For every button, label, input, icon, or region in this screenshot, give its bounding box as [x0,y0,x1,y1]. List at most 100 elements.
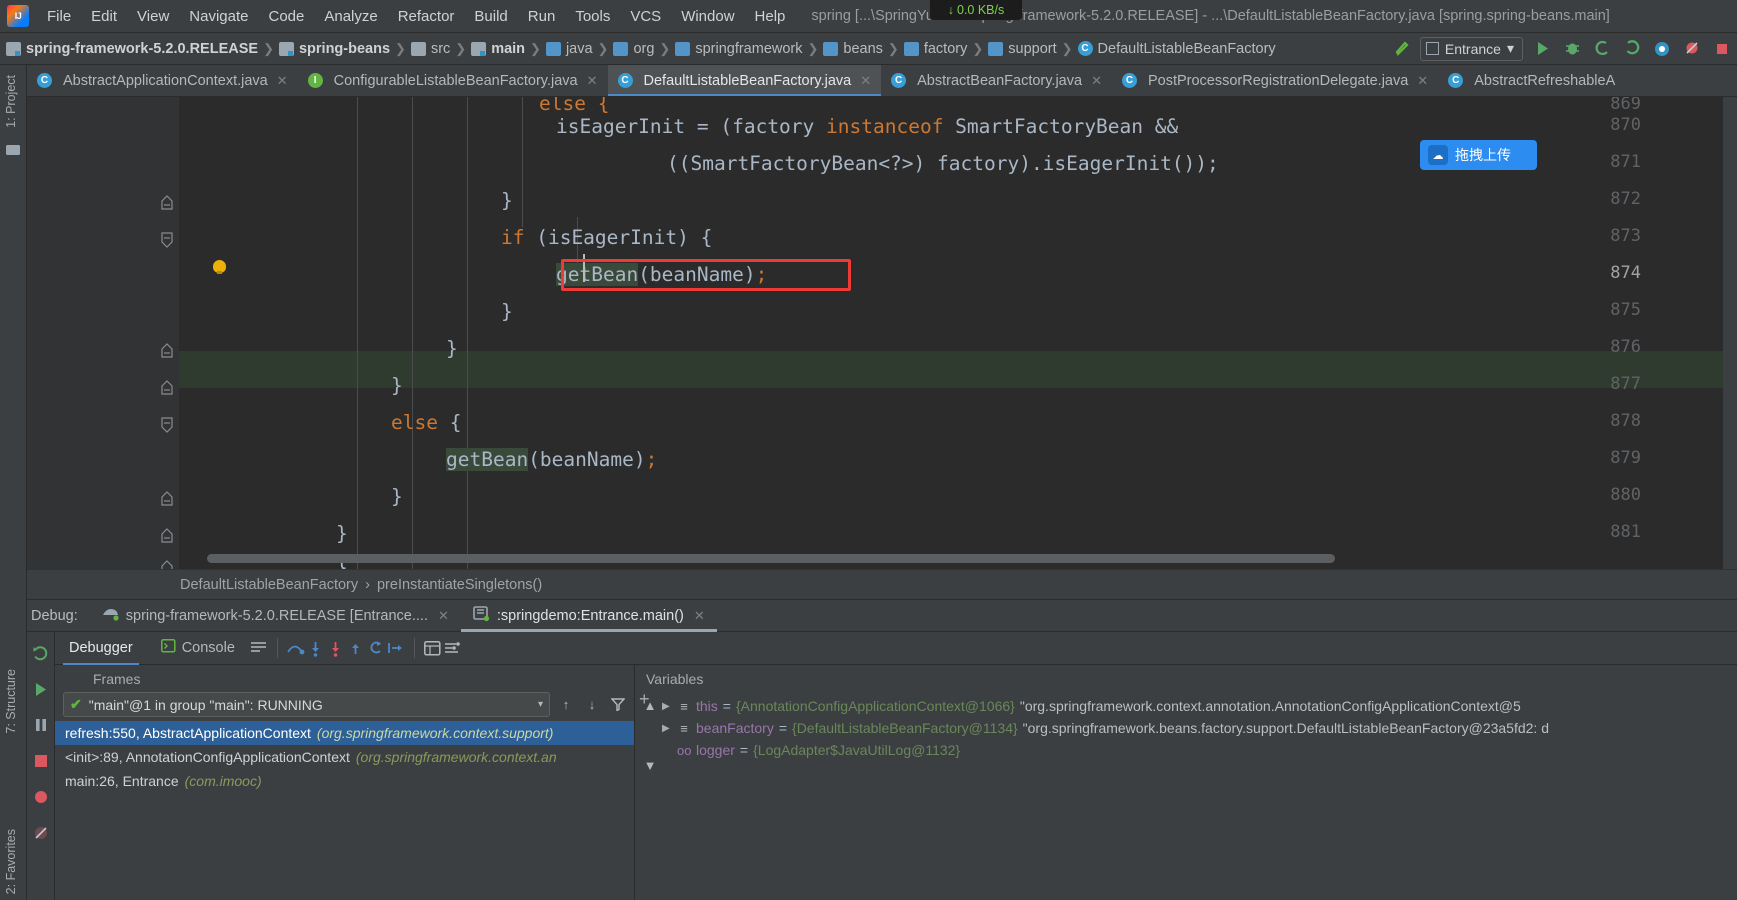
menu-item-build[interactable]: Build [464,5,517,28]
frame-row-main[interactable]: main:26, Entrance (com.imooc) [55,769,634,793]
thread-label: "main"@1 in group "main": RUNNING [88,696,323,713]
tab-defaultlistablebeanfactory[interactable]: C DefaultListableBeanFactory.java ✕ [607,65,882,96]
sidebar-item-project[interactable]: 1: Project [4,71,18,132]
upload-widget-button[interactable]: ☁ 拖拽上传 [1420,140,1537,170]
tab-postprocessorregistrationdelegate[interactable]: C PostProcessorRegistrationDelegate.java… [1112,65,1438,96]
variable-name: logger [696,742,735,758]
fold-marker-icon[interactable] [159,379,175,395]
layout-icon[interactable] [249,638,269,658]
breadcrumb-method-name[interactable]: preInstantiateSingletons() [377,577,542,593]
stop-icon[interactable] [1711,38,1733,60]
run-configuration-selector[interactable]: Entrance ▾ [1419,36,1523,61]
sidebar-item-favorites[interactable]: 2: Favorites [4,825,18,898]
close-icon[interactable]: ✕ [860,73,871,89]
close-icon[interactable]: ✕ [438,608,449,624]
close-icon[interactable]: ✕ [587,73,598,89]
debug-session-spring-framework[interactable]: spring-framework-5.2.0.RELEASE [Entrance… [90,600,461,632]
arrow-down-icon[interactable]: ↓ [582,695,602,715]
breadcrumb-class-name[interactable]: DefaultListableBeanFactory [180,577,358,593]
editor-scroll-markers[interactable] [1723,97,1737,569]
resume-icon[interactable] [30,678,52,700]
profiler-icon[interactable] [1651,38,1673,60]
mute-breakpoints-icon[interactable] [30,822,52,844]
hammer-icon[interactable] [1390,38,1412,60]
tab-abstractapplicationcontext[interactable]: C AbstractApplicationContext.java ✕ [27,65,298,96]
breadcrumb-spring-beans[interactable]: spring-beans [278,41,390,57]
filter-icon[interactable] [608,695,628,715]
evaluate-expression-icon[interactable] [423,638,443,658]
thread-selector[interactable]: ✔ "main"@1 in group "main": RUNNING ▾ [63,692,550,717]
menu-item-navigate[interactable]: Navigate [179,5,258,28]
step-into-icon[interactable] [306,638,326,658]
settings-icon[interactable] [443,638,463,658]
editor-horizontal-scrollbar[interactable] [207,554,1335,563]
tab-abstractbeanfactory[interactable]: C AbstractBeanFactory.java ✕ [881,65,1112,96]
tab-configurablelistablebeanfactory[interactable]: I ConfigurableListableBeanFactory.java ✕ [298,65,608,96]
fold-marker-icon[interactable] [159,342,175,358]
run-icon[interactable] [1531,38,1553,60]
step-over-icon[interactable] [286,638,306,658]
rerun-icon[interactable] [1621,38,1643,60]
menu-item-run[interactable]: Run [518,5,566,28]
fold-marker-icon[interactable] [159,559,175,569]
tab-console[interactable]: Console [147,632,249,665]
fold-marker-icon[interactable] [159,231,175,248]
tab-debugger[interactable]: Debugger [55,632,147,665]
fold-marker-icon[interactable] [159,416,175,433]
variable-row-this[interactable]: ▶ ≡ this = {AnnotationConfigApplicationC… [636,695,1737,717]
close-icon[interactable]: ✕ [277,73,288,89]
expander-icon[interactable]: ▶ [662,701,672,712]
fold-marker-icon[interactable] [159,490,175,506]
menu-item-view[interactable]: View [127,5,179,28]
drop-frame-icon[interactable] [366,638,386,658]
console-icon [160,639,176,657]
editor-gutter[interactable] [27,97,179,569]
add-watch-icon[interactable]: + [639,689,650,710]
breadcrumb-project[interactable]: spring-framework-5.2.0.RELEASE [6,41,258,57]
pause-icon[interactable] [30,714,52,736]
menu-item-tools[interactable]: Tools [565,5,620,28]
debug-icon[interactable] [1561,38,1583,60]
close-icon[interactable]: ✕ [1417,73,1428,89]
run-to-cursor-icon[interactable] [386,638,406,658]
fold-marker-icon[interactable] [159,194,175,210]
menu-item-analyze[interactable]: Analyze [314,5,387,28]
breadcrumb-src[interactable]: src [410,41,450,57]
breadcrumb-org[interactable]: org [613,41,654,57]
menu-item-refactor[interactable]: Refactor [388,5,465,28]
rerun-icon[interactable] [30,642,52,664]
view-breakpoints-icon[interactable] [30,786,52,808]
breadcrumb-beans[interactable]: beans [823,41,883,57]
menu-item-edit[interactable]: Edit [81,5,127,28]
project-folder-icon[interactable] [0,143,27,156]
menu-item-code[interactable]: Code [258,5,314,28]
menu-item-vcs[interactable]: VCS [620,5,671,28]
menu-item-window[interactable]: Window [671,5,744,28]
breadcrumb-support[interactable]: support [988,41,1057,57]
force-step-into-icon[interactable] [326,638,346,658]
run-with-coverage-icon[interactable] [1591,38,1613,60]
debug-session-springdemo[interactable]: :springdemo:Entrance.main() ✕ [460,600,717,632]
mute-breakpoints-icon[interactable] [1681,38,1703,60]
breadcrumb-springframework[interactable]: springframework [675,41,803,57]
variable-row-logger[interactable]: oo logger = {LogAdapter$JavaUtilLog@1132… [636,739,1737,761]
stop-icon[interactable] [30,750,52,772]
frame-row-refresh[interactable]: refresh:550, AbstractApplicationContext … [55,721,634,745]
breadcrumb-main[interactable]: main [471,41,525,57]
sidebar-item-structure[interactable]: 7: Structure [4,665,18,738]
tab-abstractrefreshable[interactable]: C AbstractRefreshableA [1438,65,1625,96]
expander-icon[interactable]: ▶ [662,723,672,734]
breadcrumb-factory[interactable]: factory [903,41,967,57]
close-icon[interactable]: ✕ [694,608,705,624]
menu-item-help[interactable]: Help [745,5,796,28]
frames-title: Frames [93,671,141,687]
variable-row-beanfactory[interactable]: ▶ ≡ beanFactory = {DefaultListableBeanFa… [636,717,1737,739]
menu-item-file[interactable]: File [37,5,81,28]
step-out-icon[interactable] [346,638,366,658]
breadcrumb-class[interactable]: C DefaultListableBeanFactory [1077,41,1276,57]
fold-marker-icon[interactable] [159,527,175,543]
breadcrumb-java[interactable]: java [545,41,593,57]
frame-row-init[interactable]: <init>:89, AnnotationConfigApplicationCo… [55,745,634,769]
close-icon[interactable]: ✕ [1091,73,1102,89]
arrow-up-icon[interactable]: ↑ [556,695,576,715]
